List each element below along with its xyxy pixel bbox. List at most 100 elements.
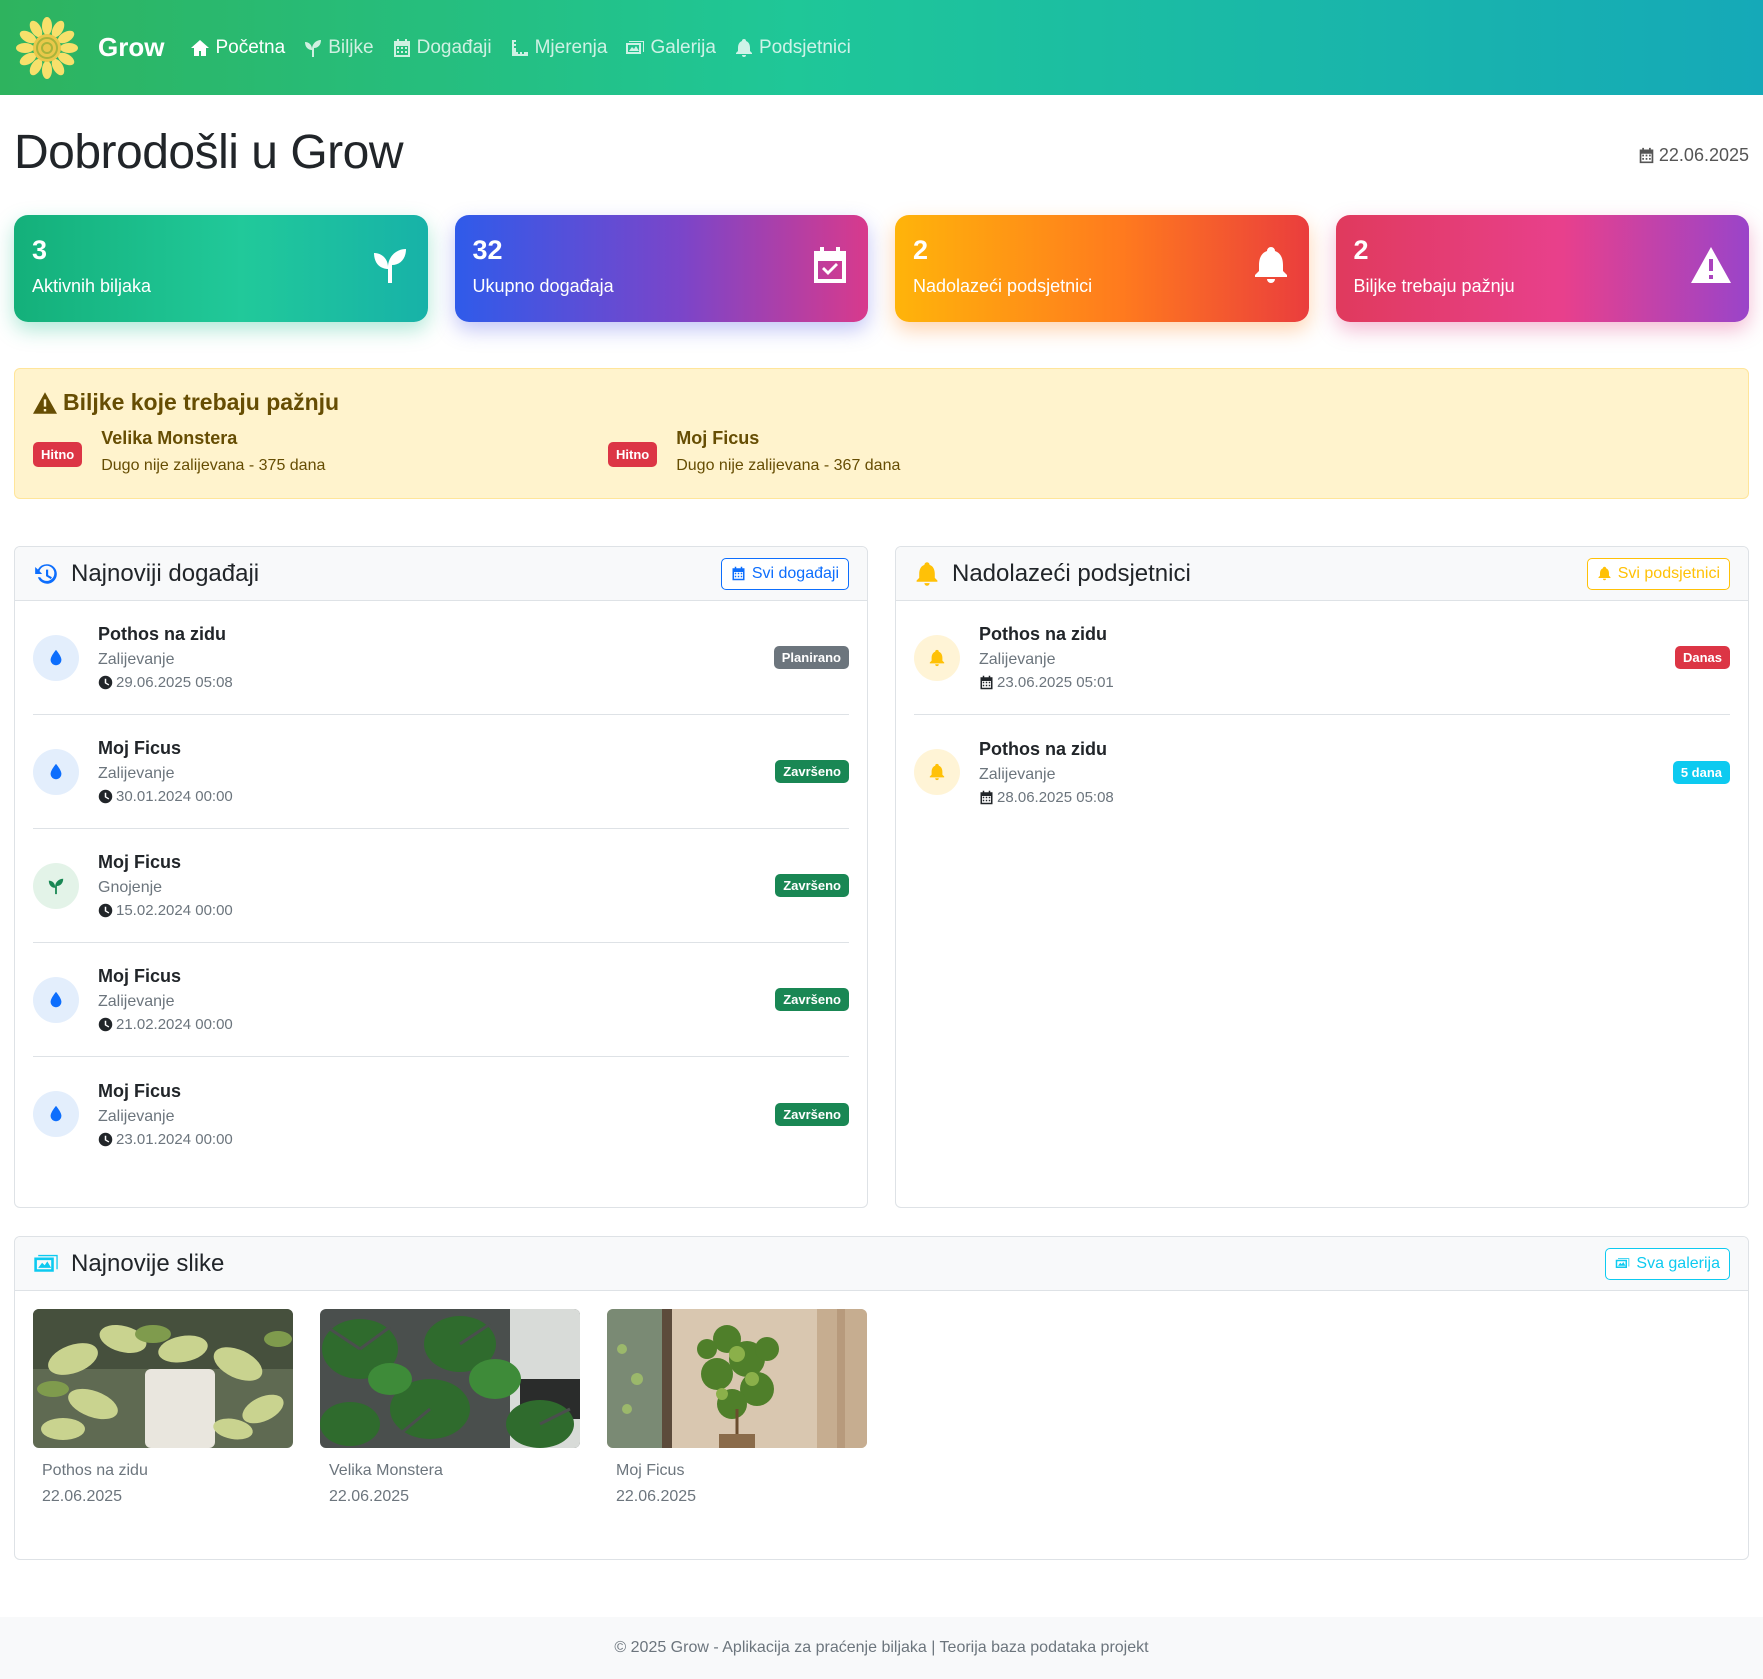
nav-item-podsjetnici[interactable]: Podsjetnici bbox=[734, 37, 851, 59]
stat-value: 32 bbox=[472, 235, 503, 265]
status-badge: Završeno bbox=[775, 1102, 849, 1126]
bell-icon bbox=[916, 561, 938, 586]
event-icon-circle bbox=[33, 862, 79, 909]
gallery-photo[interactable] bbox=[607, 1309, 867, 1448]
event-item[interactable]: Moj Ficus Zalijevanje 21.02.2024 00:00 Z… bbox=[33, 943, 849, 1057]
stat-card-upcoming-reminders[interactable]: 2 Nadolazeći podsjetnici bbox=[895, 215, 1309, 322]
stat-label: Ukupno događaja bbox=[472, 276, 614, 296]
calendar-icon bbox=[732, 566, 745, 581]
reminder-plant-name: Pothos na zidu bbox=[979, 624, 1107, 644]
calendar-check-icon bbox=[814, 247, 846, 283]
brand[interactable]: Grow bbox=[14, 15, 164, 81]
event-plant-name: Moj Ficus bbox=[98, 852, 182, 872]
button-label: Sva galerija bbox=[1636, 1254, 1720, 1272]
reminder-type: Zalijevanje bbox=[979, 651, 1056, 668]
plant-name: Velika Monstera bbox=[101, 428, 238, 448]
clock-icon bbox=[98, 675, 113, 690]
images-icon bbox=[626, 40, 645, 54]
events-list: Pothos na zidu Zalijevanje 29.06.2025 05… bbox=[15, 601, 867, 1171]
event-type: Zalijevanje bbox=[98, 765, 175, 782]
bell-icon bbox=[929, 763, 945, 781]
photo-date: 22.06.2025 bbox=[42, 1488, 123, 1505]
water-drop-icon bbox=[50, 649, 62, 665]
stat-value: 2 bbox=[1353, 235, 1369, 265]
clock-icon bbox=[98, 1017, 113, 1032]
stat-card-plants-need-attention[interactable]: 2 Biljke trebaju pažnju bbox=[1335, 215, 1749, 322]
reminder-icon-circle bbox=[914, 634, 960, 681]
gallery-photo[interactable] bbox=[320, 1309, 580, 1448]
home-icon bbox=[191, 39, 210, 56]
gallery-item[interactable]: Velika Monstera 22.06.2025 bbox=[320, 1309, 580, 1506]
monstera-photo bbox=[320, 1309, 580, 1448]
photo-date: 22.06.2025 bbox=[329, 1488, 410, 1505]
event-icon-circle bbox=[33, 1091, 79, 1137]
calendar-icon bbox=[393, 38, 410, 57]
photo-plant-name: Velika Monstera bbox=[329, 1462, 443, 1479]
event-plant-name: Pothos na zidu bbox=[98, 624, 226, 644]
event-item[interactable]: Moj Ficus Gnojenje 15.02.2024 00:00 Zavr… bbox=[33, 829, 849, 943]
event-item[interactable]: Moj Ficus Zalijevanje 30.01.2024 00:00 Z… bbox=[33, 715, 849, 829]
event-time: 29.06.2025 05:08 bbox=[98, 674, 774, 691]
attention-title: Biljke koje trebaju pažnju bbox=[33, 389, 1730, 416]
attention-alert: Biljke koje trebaju pažnju Hitno Velika … bbox=[14, 368, 1749, 499]
button-label: Svi podsjetnici bbox=[1617, 564, 1720, 582]
due-badge: 5 dana bbox=[1672, 760, 1730, 784]
history-icon bbox=[35, 563, 57, 584]
sunflower-logo-icon bbox=[16, 16, 78, 79]
reminder-item[interactable]: Pothos na zidu Zalijevanje 23.06.2025 05… bbox=[914, 601, 1730, 715]
nav-item-mjerenja[interactable]: Mjerenja bbox=[510, 37, 607, 59]
attention-item[interactable]: Hitno Velika Monstera Dugo nije zalijeva… bbox=[33, 428, 608, 475]
reminder-item[interactable]: Pothos na zidu Zalijevanje 28.06.2025 05… bbox=[914, 715, 1730, 829]
status-badge: Završeno bbox=[775, 988, 849, 1011]
all-reminders-button[interactable]: Svi podsjetnici bbox=[1586, 557, 1730, 590]
button-label: Svi događaji bbox=[751, 564, 839, 582]
page-header: Dobrodošli u Grow 22.06.2025 bbox=[0, 95, 1763, 215]
gallery-item[interactable]: Pothos na zidu 22.06.2025 bbox=[33, 1309, 293, 1506]
reminder-type: Zalijevanje bbox=[979, 765, 1056, 783]
nav-item-dogadaji[interactable]: Događaji bbox=[392, 37, 492, 59]
images-icon bbox=[34, 1254, 58, 1272]
stat-label: Biljke trebaju pažnju bbox=[1353, 276, 1515, 296]
all-gallery-button[interactable]: Sva galerija bbox=[1605, 1247, 1730, 1280]
event-item[interactable]: Pothos na zidu Zalijevanje 29.06.2025 05… bbox=[33, 601, 849, 715]
bell-icon bbox=[1598, 566, 1611, 581]
events-title: Najnoviji događaji bbox=[71, 559, 260, 587]
attention-desc: Dugo nije zalijevana - 375 dana bbox=[101, 457, 326, 474]
status-badge: Planirano bbox=[773, 646, 849, 669]
nav-item-galerija[interactable]: Galerija bbox=[625, 36, 716, 59]
brand-name: Grow bbox=[98, 32, 165, 62]
nav-label: Početna bbox=[215, 36, 286, 58]
all-events-button[interactable]: Svi događaji bbox=[720, 557, 849, 590]
event-type: Gnojenje bbox=[98, 879, 163, 896]
reminders-card-header: Nadolazeći podsjetnici Svi podsjetnici bbox=[896, 547, 1748, 601]
reminders-card: Nadolazeći podsjetnici Svi podsjetnici P… bbox=[895, 546, 1749, 1208]
gallery-card: Najnovije slike Sva galerija Pothos na z… bbox=[14, 1236, 1749, 1560]
event-plant-name: Moj Ficus bbox=[98, 966, 182, 986]
warning-icon bbox=[33, 391, 57, 414]
attention-desc: Dugo nije zalijevana - 367 dana bbox=[676, 457, 901, 474]
event-plant-name: Moj Ficus bbox=[98, 1080, 182, 1101]
event-icon-circle bbox=[33, 634, 79, 681]
attention-list: Hitno Velika Monstera Dugo nije zalijeva… bbox=[33, 428, 1730, 475]
page-title: Dobrodošli u Grow bbox=[14, 126, 404, 179]
nav-label: Događaji bbox=[416, 36, 492, 58]
nav-label: Galerija bbox=[650, 36, 716, 58]
gallery-photo[interactable] bbox=[33, 1309, 293, 1448]
pothos-photo bbox=[33, 1309, 293, 1448]
attention-item[interactable]: Hitno Moj Ficus Dugo nije zalijevana - 3… bbox=[608, 428, 1183, 475]
gallery-item[interactable]: Moj Ficus 22.06.2025 bbox=[607, 1309, 867, 1506]
stat-card-active-plants[interactable]: 3 Aktivnih biljaka bbox=[14, 215, 428, 322]
event-time-text: 30.01.2024 00:00 bbox=[116, 788, 233, 805]
event-item[interactable]: Moj Ficus Zalijevanje 23.01.2024 00:00 Z… bbox=[33, 1057, 849, 1171]
seedling-icon bbox=[305, 39, 322, 57]
events-card: Najnoviji događaji Svi događaji Pothos n… bbox=[14, 546, 868, 1208]
stats-row: 3 Aktivnih biljaka 32 Ukupno događaja 2 … bbox=[14, 215, 1749, 322]
ficus-photo bbox=[607, 1309, 867, 1448]
events-card-header: Najnoviji događaji Svi događaji bbox=[15, 547, 867, 601]
calendar-icon bbox=[980, 675, 993, 690]
nav-item-pocetna[interactable]: Početna bbox=[190, 37, 285, 59]
clock-icon bbox=[98, 903, 113, 918]
stat-card-total-events[interactable]: 32 Ukupno događaja bbox=[454, 215, 868, 322]
event-time-text: 29.06.2025 05:08 bbox=[116, 674, 233, 691]
nav-item-biljke[interactable]: Biljke bbox=[303, 37, 374, 59]
